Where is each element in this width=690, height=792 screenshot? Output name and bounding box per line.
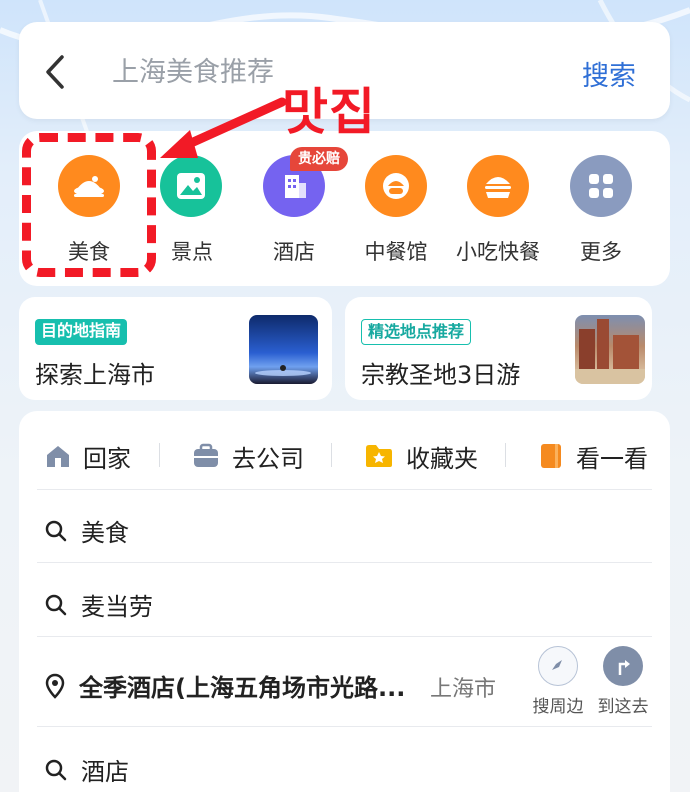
grid-more-icon (570, 155, 632, 217)
navigate-here-label: 到这去 (597, 697, 649, 717)
quick-link-label: 回家 (83, 444, 131, 473)
hotel-promo-badge: 贵必赔 (290, 147, 348, 171)
destination-thumbnail (249, 315, 318, 384)
book-icon (541, 444, 561, 468)
destination-card-religious-trip[interactable]: 精选地点推荐 宗教圣地3日游 (345, 297, 652, 400)
quick-link-browse[interactable]: 看一看 (538, 440, 648, 473)
quick-link-favorites[interactable]: 收藏夹 (364, 440, 478, 473)
divider (37, 489, 652, 490)
briefcase-icon (194, 443, 218, 467)
quick-link-company[interactable]: 去公司 (192, 440, 304, 473)
compass-icon (538, 646, 578, 686)
category-label: 小吃快餐 (456, 240, 540, 264)
destination-title: 宗教圣地3日游 (361, 361, 521, 389)
history-item[interactable]: 美食 (45, 513, 129, 548)
back-button[interactable] (40, 54, 70, 90)
category-label: 景点 (171, 240, 213, 264)
search-nearby-button[interactable]: 搜周边 (523, 646, 593, 717)
destination-tag: 精选地点推荐 (361, 319, 472, 345)
home-icon (47, 446, 69, 467)
route-arrow-icon (603, 646, 643, 686)
history-label: 美食 (81, 519, 129, 547)
navigate-here-button[interactable]: 到这去 (588, 646, 658, 717)
divider (505, 443, 506, 467)
history-item-place[interactable]: 全季酒店(上海五角场市光路... (45, 668, 405, 703)
search-icon (45, 520, 67, 541)
divider (37, 562, 652, 563)
category-label: 酒店 (273, 240, 315, 264)
quick-link-label: 收藏夹 (406, 444, 478, 473)
category-label: 更多 (580, 240, 622, 264)
chinese-food-icon (365, 155, 427, 217)
burger-icon (467, 155, 529, 217)
destination-card-shanghai[interactable]: 目的地指南 探索上海市 (19, 297, 332, 400)
destination-tag: 目的地指南 (35, 319, 128, 345)
destination-thumbnail (575, 315, 645, 384)
quick-link-label: 去公司 (232, 444, 304, 473)
destination-title: 探索上海市 (35, 361, 155, 389)
location-pin-icon (45, 673, 65, 699)
history-label: 全季酒店(上海五角场市光路... (79, 674, 406, 702)
star-folder-icon (366, 445, 392, 467)
search-button[interactable]: 搜索 (582, 54, 636, 93)
history-item[interactable]: 酒店 (45, 752, 129, 787)
chevron-left-icon (46, 55, 64, 89)
search-icon (45, 759, 67, 780)
annotation-highlight-box (22, 133, 156, 277)
annotation-arrow-icon (160, 97, 287, 158)
history-label: 麦当劳 (81, 593, 153, 621)
divider (331, 443, 332, 467)
quick-link-label: 看一看 (576, 444, 648, 473)
history-label: 酒店 (81, 758, 129, 786)
search-nearby-label: 搜周边 (532, 697, 584, 717)
annotation-label: 맛집 (282, 83, 376, 141)
history-item[interactable]: 麦当劳 (45, 587, 153, 622)
quick-link-home[interactable]: 回家 (45, 440, 131, 473)
history-city: 上海市 (430, 677, 497, 702)
divider (37, 726, 652, 727)
search-icon (45, 594, 67, 615)
category-label: 中餐馆 (364, 240, 428, 264)
divider (37, 636, 652, 637)
divider (159, 443, 160, 467)
